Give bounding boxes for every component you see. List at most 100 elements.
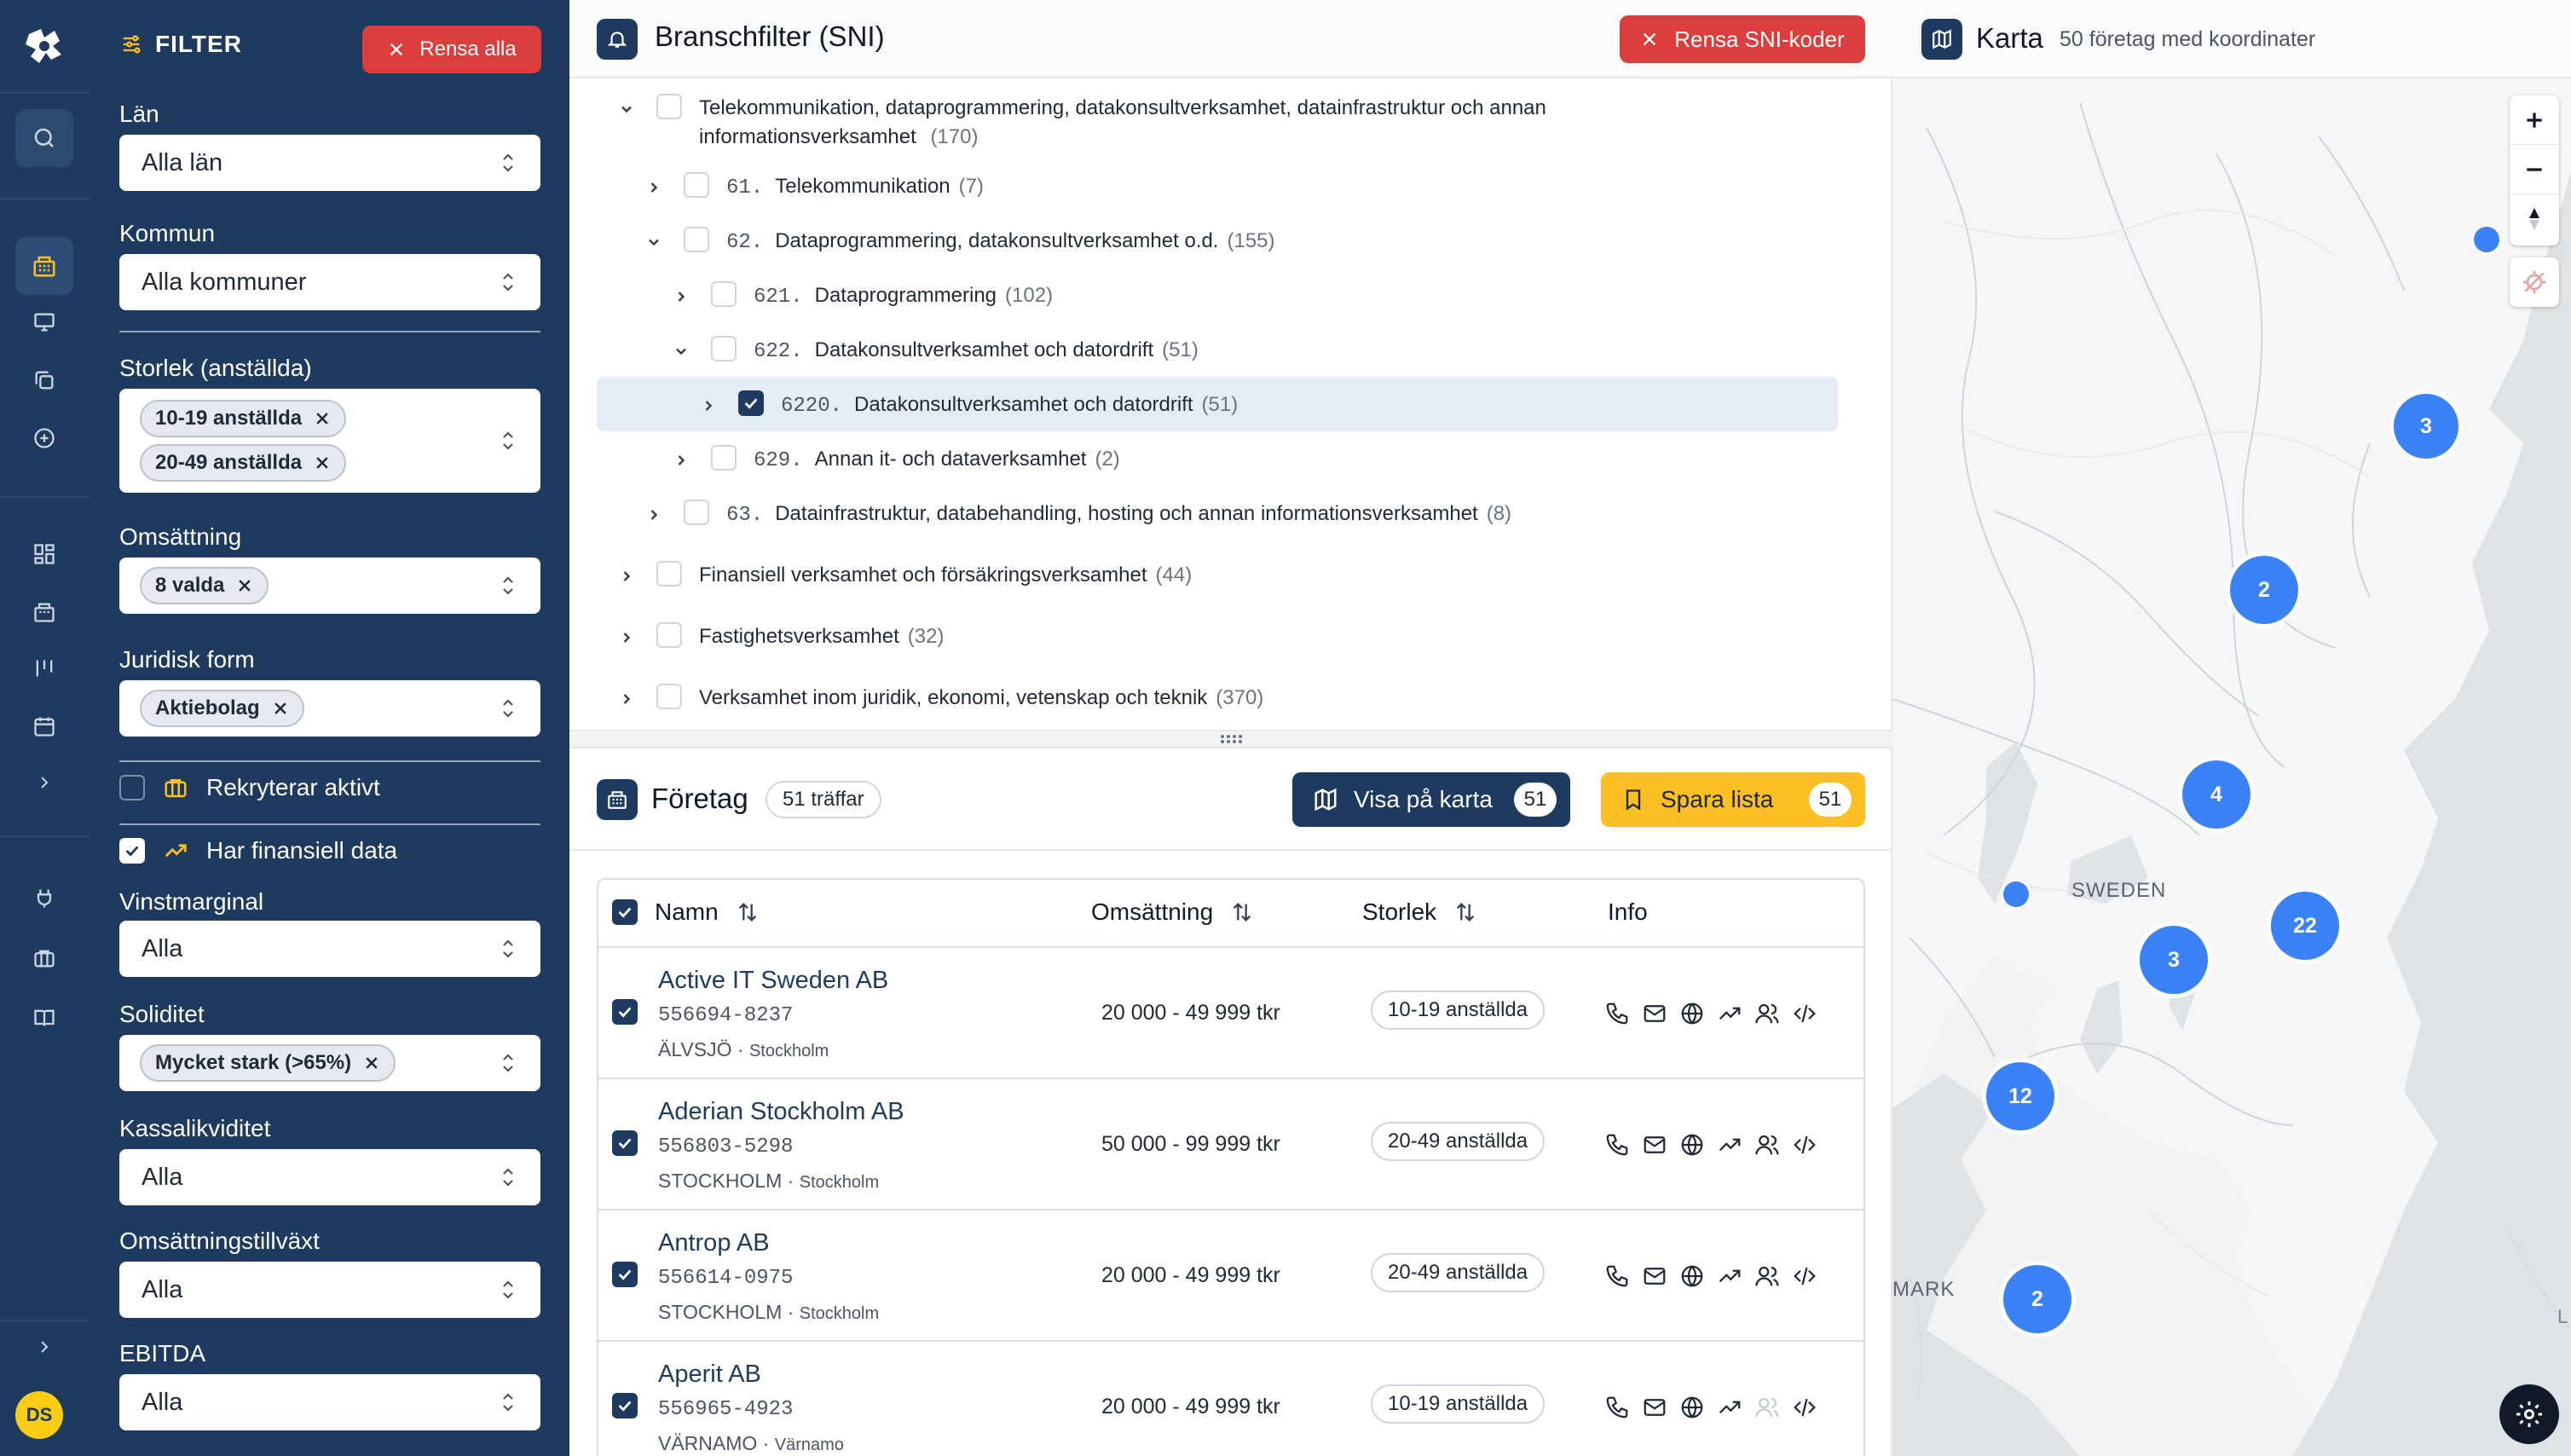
mail-icon[interactable]: [1642, 1001, 1667, 1026]
users-icon[interactable]: [1754, 1132, 1780, 1158]
map-cluster[interactable]: 2: [2003, 1265, 2071, 1333]
rail-add-button[interactable]: [15, 409, 73, 467]
rail-monitor-button[interactable]: [15, 293, 73, 351]
tree-item[interactable]: Fastighetsverksamhet (32): [614, 622, 944, 651]
users-icon[interactable]: [1754, 1001, 1780, 1026]
tree-checkbox[interactable]: [656, 561, 682, 586]
chevron-right-icon[interactable]: [641, 506, 667, 523]
tree-item[interactable]: 63. Datainfrastruktur, databehandling, ho…: [641, 500, 1511, 530]
geolocate-button[interactable]: [2510, 257, 2559, 307]
sort-icon[interactable]: [1453, 900, 1477, 924]
chevron-down-icon[interactable]: [614, 101, 639, 118]
globe-icon[interactable]: [1679, 1001, 1705, 1026]
chevron-right-icon[interactable]: [696, 397, 721, 414]
tree-item[interactable]: Telekommunikation, dataprogrammering, da…: [614, 94, 1546, 152]
col-size-header[interactable]: Storlek: [1362, 898, 1477, 926]
table-row[interactable]: Aderian Stockholm AB 556803-5298 STOCKHO…: [598, 1079, 1863, 1210]
zoom-in-button[interactable]: [2510, 95, 2559, 145]
finansiell-checkbox[interactable]: Har finansiell data: [119, 837, 397, 864]
lan-select[interactable]: Alla län: [119, 135, 540, 191]
rail-search-button[interactable]: [15, 109, 73, 167]
zoom-out-button[interactable]: [2510, 145, 2559, 194]
code-icon[interactable]: [1792, 1263, 1817, 1289]
checkbox[interactable]: [119, 775, 145, 800]
chevron-right-icon[interactable]: [668, 452, 694, 469]
phone-icon[interactable]: [1604, 1263, 1630, 1289]
close-icon[interactable]: [314, 454, 331, 471]
ebitda-select[interactable]: Alla: [119, 1374, 540, 1430]
select-all-checkbox[interactable]: [612, 899, 638, 925]
tree-item[interactable]: Verksamhet inom juridik, ekonomi, vetens…: [614, 684, 1263, 713]
tree-item[interactable]: 629. Annan it- och dataverksamhet (2): [668, 445, 1120, 476]
chevron-right-icon[interactable]: [614, 568, 639, 585]
table-row[interactable]: Active IT Sweden AB 556694-8237 ÄLVSJÖ ·…: [598, 948, 1863, 1079]
rail-expand-button[interactable]: [15, 754, 73, 812]
map-cluster[interactable]: 22: [2271, 892, 2339, 960]
map-marker[interactable]: [2003, 881, 2029, 907]
sort-icon[interactable]: [736, 900, 760, 924]
code-icon[interactable]: [1792, 1395, 1817, 1420]
omsattning-chip[interactable]: 8 valda: [140, 567, 269, 604]
kommun-select[interactable]: Alla kommuner: [119, 254, 540, 310]
rail-book-button[interactable]: [15, 989, 73, 1047]
map-settings-button[interactable]: [2499, 1384, 2559, 1444]
checkbox-checked[interactable]: [119, 838, 145, 864]
tree-item[interactable]: 61. Telekommunikation (7): [641, 172, 984, 203]
omsattning-multiselect[interactable]: 8 valda: [119, 558, 540, 614]
code-icon[interactable]: [1792, 1132, 1817, 1158]
resize-handle[interactable]: [569, 730, 1892, 748]
rail-dashboard-button[interactable]: [15, 525, 73, 583]
company-name[interactable]: Aderian Stockholm AB: [658, 1098, 904, 1126]
rail-kanban-button[interactable]: [15, 639, 73, 697]
chevron-right-icon[interactable]: [668, 288, 694, 305]
chevron-right-icon[interactable]: [641, 179, 667, 196]
company-name[interactable]: Antrop AB: [658, 1229, 770, 1257]
tree-item-selected[interactable]: 6220. Datakonsultverksamhet och datordrif…: [696, 390, 1238, 421]
rail-companies-button[interactable]: [15, 237, 73, 295]
tree-item[interactable]: 621. Dataprogrammering (102): [668, 281, 1053, 312]
table-row[interactable]: Antrop AB 556614-0975 STOCKHOLM · Stockh…: [598, 1210, 1863, 1342]
tree-item[interactable]: 62. Dataprogrammering, datakonsultverksam…: [641, 227, 1275, 257]
globe-icon[interactable]: [1679, 1395, 1705, 1420]
row-checkbox[interactable]: [612, 1393, 638, 1418]
tree-checkbox-checked[interactable]: [738, 390, 764, 416]
col-revenue-header[interactable]: Omsättning: [1091, 898, 1254, 926]
soliditet-chip[interactable]: Mycket stark (>65%): [140, 1044, 396, 1082]
company-name[interactable]: Active IT Sweden AB: [658, 967, 888, 995]
tree-checkbox[interactable]: [656, 622, 682, 648]
show-on-map-button[interactable]: Visa på karta 51: [1292, 772, 1570, 827]
company-name[interactable]: Aperit AB: [658, 1361, 761, 1389]
map-cluster[interactable]: 12: [1986, 1062, 2054, 1130]
trend-up-icon[interactable]: [1717, 1132, 1742, 1158]
phone-icon[interactable]: [1604, 1395, 1630, 1420]
vinst-select[interactable]: Alla: [119, 921, 540, 977]
app-logo[interactable]: [15, 17, 73, 75]
clear-all-button[interactable]: Rensa alla: [362, 26, 541, 73]
rail-copy-button[interactable]: [15, 351, 73, 409]
save-list-button[interactable]: Spara lista 51: [1601, 772, 1865, 827]
storlek-multiselect[interactable]: 10-19 anställda 20-49 anställda: [119, 389, 540, 493]
phone-icon[interactable]: [1604, 1132, 1630, 1158]
mail-icon[interactable]: [1642, 1132, 1667, 1158]
close-icon[interactable]: [236, 577, 253, 594]
col-name-header[interactable]: Namn: [612, 898, 760, 926]
rail-collapse-button[interactable]: [15, 1318, 73, 1376]
row-checkbox[interactable]: [612, 999, 638, 1025]
juridisk-chip[interactable]: Aktiebolag: [140, 690, 304, 727]
chevron-down-icon[interactable]: [668, 343, 694, 360]
soliditet-multiselect[interactable]: Mycket stark (>65%): [119, 1035, 540, 1091]
tree-checkbox[interactable]: [684, 172, 709, 198]
kassa-select[interactable]: Alla: [119, 1149, 540, 1205]
storlek-chip[interactable]: 10-19 anställda: [140, 400, 347, 437]
mail-icon[interactable]: [1642, 1263, 1667, 1289]
globe-icon[interactable]: [1679, 1263, 1705, 1289]
tree-item[interactable]: Finansiell verksamhet och försäkringsver…: [614, 561, 1192, 590]
map-canvas[interactable]: SWEDEN MARK L: [1892, 0, 2571, 1456]
chevron-down-icon[interactable]: [641, 234, 667, 251]
chevron-right-icon[interactable]: [614, 690, 639, 708]
phone-icon[interactable]: [1604, 1001, 1630, 1026]
tree-checkbox[interactable]: [711, 445, 737, 471]
map-cluster[interactable]: 2: [2230, 556, 2298, 624]
map-cluster[interactable]: 3: [2394, 394, 2458, 459]
compass-button[interactable]: [2510, 194, 2559, 244]
